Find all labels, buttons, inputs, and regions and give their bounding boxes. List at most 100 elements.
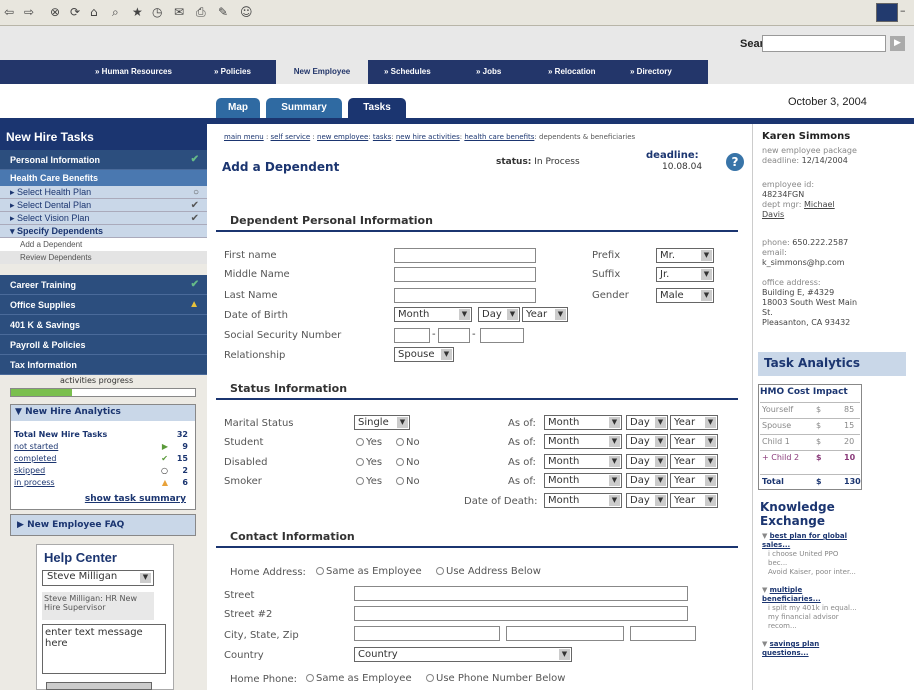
show-task-summary[interactable]: show task summary — [14, 494, 194, 504]
sidebar-item-select-vision-plan[interactable]: ▸ Select Vision Plan ✔ — [0, 212, 207, 225]
nav-new-employee[interactable]: New Employee — [276, 60, 368, 84]
search-go-button[interactable]: ▶ — [890, 36, 905, 51]
ssn-part3-input[interactable] — [480, 328, 524, 343]
use-address-below-radio[interactable]: Use Address Below — [436, 566, 541, 577]
breadcrumb-link[interactable]: self service — [271, 133, 311, 141]
year-select[interactable]: Year ▼ — [670, 493, 718, 508]
zip-input[interactable] — [630, 626, 696, 641]
print-icon[interactable]: ⎙ — [196, 5, 206, 20]
ssn-part2-input[interactable] — [438, 328, 470, 343]
manager-link[interactable]: Davis — [762, 210, 784, 219]
not-started-link[interactable]: not started — [14, 442, 58, 451]
year-select[interactable]: Year ▼ — [670, 434, 718, 449]
window-controls-icon[interactable]: – — [900, 4, 906, 17]
month-select[interactable]: Month ▼ — [544, 434, 622, 449]
street2-input[interactable] — [354, 606, 688, 621]
gender-select[interactable]: Male ▼ — [656, 288, 714, 303]
sidebar-item-review-dependents[interactable]: Review Dependents — [0, 251, 207, 264]
show-task-summary-link[interactable]: show task summary — [85, 494, 186, 504]
breadcrumb-link[interactable]: new employee — [317, 133, 368, 141]
nav-human-resources[interactable]: » Human Resources — [95, 67, 172, 76]
smoker-yes-radio[interactable]: Yes — [356, 476, 382, 487]
messenger-icon[interactable]: ☺ — [240, 5, 253, 19]
completed-link[interactable]: completed — [14, 454, 56, 463]
month-select[interactable]: Month ▼ — [544, 473, 622, 488]
sidebar-item-health-care-benefits[interactable]: Health Care Benefits — [0, 170, 207, 186]
relationship-select[interactable]: Spouse ▼ — [394, 347, 454, 362]
sidebar-item-tax-information[interactable]: Tax Information — [0, 355, 207, 375]
forward-icon[interactable]: ⇨ — [24, 5, 34, 19]
disabled-yes-radio[interactable]: Yes — [356, 457, 382, 468]
street-input[interactable] — [354, 586, 688, 601]
dob-month-select[interactable]: Month ▼ — [394, 307, 472, 322]
tab-summary[interactable]: Summary — [266, 98, 342, 118]
sidebar-item-personal-information[interactable]: Personal Information ✔ — [0, 150, 207, 170]
analytics-title[interactable]: ▼ New Hire Analytics — [11, 405, 195, 421]
month-select[interactable]: Month ▼ — [544, 415, 622, 430]
tab-map[interactable]: Map — [216, 98, 260, 118]
sidebar-item-add-dependent[interactable]: Add a Dependent — [0, 238, 207, 251]
day-select[interactable]: Day ▼ — [626, 473, 668, 488]
tab-tasks[interactable]: Tasks — [348, 98, 406, 118]
nav-policies[interactable]: » Policies — [214, 67, 251, 76]
favorites-icon[interactable]: ★ — [132, 5, 143, 19]
dob-year-select[interactable]: Year ▼ — [522, 307, 568, 322]
nav-relocation[interactable]: » Relocation — [548, 67, 596, 76]
breadcrumb-link[interactable]: health care benefits — [464, 133, 534, 141]
breadcrumb-link[interactable]: tasks — [373, 133, 391, 141]
marital-select[interactable]: Single ▼ — [354, 415, 410, 430]
first-name-input[interactable] — [394, 248, 536, 263]
skipped-link[interactable]: skipped — [14, 466, 45, 475]
back-icon[interactable]: ⇦ — [4, 5, 14, 19]
nav-schedules[interactable]: » Schedules — [384, 67, 431, 76]
student-yes-radio[interactable]: Yes — [356, 437, 382, 448]
help-contact-select[interactable]: Steve Milligan ▼ — [42, 570, 154, 586]
stop-icon[interactable]: ⊗ — [50, 5, 60, 19]
history-icon[interactable]: ◷ — [152, 5, 162, 19]
year-select[interactable]: Year ▼ — [670, 473, 718, 488]
state-input[interactable] — [506, 626, 624, 641]
smoker-no-radio[interactable]: No — [396, 476, 420, 487]
in-process-link[interactable]: in process — [14, 478, 55, 487]
sidebar-item-specify-dependents[interactable]: ▾ Specify Dependents — [0, 225, 207, 238]
sidebar-item-401k-savings[interactable]: 401 K & Savings — [0, 315, 207, 335]
search-icon[interactable]: ⌕ — [112, 5, 119, 20]
nav-jobs[interactable]: » Jobs — [476, 67, 501, 76]
search-input[interactable] — [762, 35, 886, 52]
month-select[interactable]: Month ▼ — [544, 493, 622, 508]
day-select[interactable]: Day ▼ — [626, 493, 668, 508]
knowledge-link[interactable]: best plan for global sales... — [762, 532, 847, 549]
middle-name-input[interactable] — [394, 267, 536, 282]
prefix-select[interactable]: Mr. ▼ — [656, 248, 714, 263]
knowledge-link[interactable]: savings plan questions... — [762, 640, 819, 657]
day-select[interactable]: Day ▼ — [626, 434, 668, 449]
year-select[interactable]: Year ▼ — [670, 415, 718, 430]
phone-same-radio[interactable]: Same as Employee — [306, 673, 412, 684]
disabled-no-radio[interactable]: No — [396, 457, 420, 468]
refresh-icon[interactable]: ⟳ — [70, 5, 80, 19]
student-no-radio[interactable]: No — [396, 437, 420, 448]
edit-icon[interactable]: ✎ — [218, 5, 228, 19]
suffix-select[interactable]: Jr. ▼ — [656, 267, 714, 282]
same-as-employee-radio[interactable]: Same as Employee — [316, 566, 422, 577]
send-button[interactable] — [46, 682, 152, 690]
dob-day-select[interactable]: Day ▼ — [478, 307, 520, 322]
sidebar-item-office-supplies[interactable]: Office Supplies ▲ — [0, 295, 207, 315]
nav-directory[interactable]: » Directory — [630, 67, 672, 76]
month-select[interactable]: Month ▼ — [544, 454, 622, 469]
breadcrumb-link[interactable]: main menu — [224, 133, 264, 141]
sidebar-item-select-health-plan[interactable]: ▸ Select Health Plan ○ — [0, 186, 207, 199]
faq-link[interactable]: ▶ New Employee FAQ — [10, 514, 196, 536]
ssn-part1-input[interactable] — [394, 328, 430, 343]
sidebar-item-career-training[interactable]: Career Training ✔ — [0, 275, 207, 295]
home-icon[interactable]: ⌂ — [90, 5, 98, 19]
year-select[interactable]: Year ▼ — [670, 454, 718, 469]
help-message-input[interactable]: enter text message here — [42, 624, 166, 674]
day-select[interactable]: Day ▼ — [626, 454, 668, 469]
use-phone-below-radio[interactable]: Use Phone Number Below — [426, 673, 565, 684]
manager-link[interactable]: Michael — [804, 200, 835, 209]
sidebar-item-payroll-policies[interactable]: Payroll & Policies — [0, 335, 207, 355]
last-name-input[interactable] — [394, 288, 536, 303]
country-select[interactable]: Country ▼ — [354, 647, 572, 662]
help-icon[interactable]: ? — [726, 153, 744, 171]
